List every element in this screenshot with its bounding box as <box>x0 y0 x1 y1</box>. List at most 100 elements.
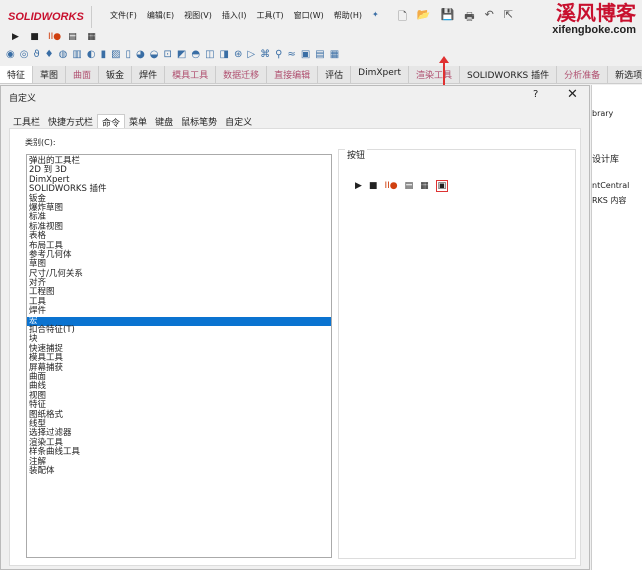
macro-button-icon[interactable]: II● <box>48 32 61 42</box>
macro-command-icon[interactable]: ▣ <box>435 180 449 192</box>
toolbar-icon[interactable]: ◓ <box>191 49 200 60</box>
quick-access-icon[interactable]: 💾 <box>441 8 455 27</box>
category-item[interactable]: 布局工具 <box>27 241 331 251</box>
category-item[interactable]: 钣金 <box>27 194 331 204</box>
category-item[interactable]: 视图 <box>27 391 331 401</box>
macro-button-icon[interactable]: ▤ <box>67 32 78 42</box>
category-item[interactable]: 弹出的工具栏 <box>27 156 331 166</box>
category-item[interactable]: 参考几何体 <box>27 250 331 260</box>
ribbon-tab[interactable]: 钣金 <box>99 66 133 83</box>
category-item[interactable]: 屏幕捕获 <box>27 363 331 373</box>
toolbar-icon[interactable]: ▦ <box>330 49 339 60</box>
toolbar-icon[interactable]: ▨ <box>111 49 120 60</box>
menu-item[interactable]: 工具(T) <box>256 10 283 21</box>
menu-item[interactable]: 帮助(H) <box>334 10 362 21</box>
toolbar-icon[interactable]: ⊛ <box>234 49 242 60</box>
ribbon-tab[interactable]: 曲面 <box>66 66 100 83</box>
quick-access-icon[interactable]: 📂 <box>417 8 431 27</box>
macro-button-icon[interactable]: ▦ <box>86 32 97 42</box>
pin-icon[interactable]: ✦ <box>372 10 379 21</box>
menu-item[interactable]: 文件(F) <box>110 10 137 21</box>
ribbon-tab[interactable]: SOLIDWORKS 插件 <box>460 66 558 83</box>
close-button[interactable]: ✕ <box>567 87 578 102</box>
category-item[interactable]: 曲线 <box>27 381 331 391</box>
menu-item[interactable]: 视图(V) <box>184 10 212 21</box>
menu-item[interactable]: 编辑(E) <box>147 10 174 21</box>
macro-command-icon[interactable]: ▦ <box>420 181 429 191</box>
ribbon-tab[interactable]: 模具工具 <box>165 66 217 83</box>
category-item[interactable]: 对齐 <box>27 278 331 288</box>
category-item[interactable]: 表格 <box>27 231 331 241</box>
toolbar-icon[interactable]: ▤ <box>315 49 324 60</box>
category-item[interactable]: 线型 <box>27 419 331 429</box>
category-item[interactable]: 注解 <box>27 457 331 467</box>
menu-item[interactable]: 窗口(W) <box>294 10 324 21</box>
macro-button-icon[interactable]: ■ <box>29 32 40 42</box>
category-item[interactable]: 标准视图 <box>27 222 331 232</box>
toolbar-icon[interactable]: ♦ <box>45 49 54 60</box>
ribbon-tab[interactable]: 渲染工具 <box>409 66 460 83</box>
toolbar-icon[interactable]: ⚲ <box>275 49 282 60</box>
quick-access-icon[interactable]: ↶ <box>485 8 494 27</box>
toolbar-icon[interactable]: ≈ <box>287 49 295 60</box>
category-item[interactable]: 图纸格式 <box>27 410 331 420</box>
ribbon-tab[interactable]: 新选项 <box>608 66 642 83</box>
toolbar-icon[interactable]: ▥ <box>72 49 81 60</box>
ribbon-tab[interactable]: DimXpert <box>351 66 409 83</box>
category-item[interactable]: 模具工具 <box>27 353 331 363</box>
ribbon-tab[interactable]: 评估 <box>318 66 352 83</box>
category-item[interactable]: 选择过滤器 <box>27 428 331 438</box>
category-list[interactable]: 弹出的工具栏 2D 到 3D DimXpert SOLIDWORKS 插件 钣金 爆炸草图… <box>26 154 332 558</box>
toolbar-icon[interactable]: ⊡ <box>164 49 172 60</box>
quick-access-icon[interactable]: 🗋 <box>398 8 407 27</box>
category-item[interactable]: 2D 到 3D <box>27 165 331 175</box>
toolbar-icon[interactable]: ◉ <box>6 49 15 60</box>
toolbar-icon[interactable]: ▮ <box>101 49 107 60</box>
category-item[interactable]: 样条曲线工具 <box>27 447 331 457</box>
toolbar-icon[interactable]: ⌘ <box>260 49 270 60</box>
category-item[interactable]: 扣合特征(T) <box>27 325 331 335</box>
ribbon-tab[interactable]: 特征 <box>0 66 34 83</box>
ribbon-tab[interactable]: 数据迁移 <box>216 66 268 83</box>
ribbon-tab[interactable]: 分析准备 <box>557 66 609 83</box>
macro-command-icon[interactable]: ▤ <box>405 181 414 191</box>
quick-access-icon[interactable]: ⇱ <box>504 8 513 27</box>
toolbar-icon[interactable]: ◎ <box>20 49 29 60</box>
category-item[interactable]: 爆炸草图 <box>27 203 331 213</box>
toolbar-icon[interactable]: ◫ <box>205 49 214 60</box>
quick-access-icon[interactable]: 🖶 <box>464 8 474 27</box>
toolbar-icon[interactable]: ▷ <box>247 49 255 60</box>
ribbon-tab[interactable]: 草图 <box>33 66 67 83</box>
toolbar-icon[interactable]: ▯ <box>126 49 132 60</box>
side-item[interactable]: 设计库 <box>592 152 619 165</box>
macro-command-icon[interactable]: ▶ <box>355 181 362 191</box>
category-item[interactable]: 尺寸/几何关系 <box>27 269 331 279</box>
category-item[interactable]: 快速捕捉 <box>27 344 331 354</box>
toolbar-icon[interactable]: ◩ <box>177 49 186 60</box>
macro-button-icon[interactable]: ▶ <box>10 32 21 42</box>
category-item[interactable]: 焊件 <box>27 306 331 316</box>
category-item[interactable]: SOLIDWORKS 插件 <box>27 184 331 194</box>
toolbar-icon[interactable]: ◍ <box>59 49 68 60</box>
ribbon-tab[interactable]: 直接编辑 <box>267 66 319 83</box>
ribbon-tab[interactable]: 焊件 <box>132 66 166 83</box>
toolbar-icon[interactable]: ◨ <box>220 49 229 60</box>
category-item[interactable]: 工程图 <box>27 288 331 298</box>
side-item[interactable]: brary <box>592 109 613 118</box>
help-button[interactable]: ? <box>533 89 538 100</box>
category-item[interactable]: 装配体 <box>27 466 331 476</box>
category-item[interactable]: 特征 <box>27 400 331 410</box>
side-item[interactable]: ntCentral <box>592 181 629 190</box>
category-item[interactable]: 曲面 <box>27 372 331 382</box>
side-item[interactable]: RKS 内容 <box>592 195 626 206</box>
macro-command-icon[interactable]: II● <box>384 181 397 191</box>
category-item[interactable]: 工具 <box>27 297 331 307</box>
category-item[interactable]: 块 <box>27 335 331 345</box>
toolbar-icon[interactable]: ◕ <box>136 49 145 60</box>
toolbar-icon[interactable]: ϑ <box>33 49 39 60</box>
category-item[interactable]: 标准 <box>27 212 331 222</box>
menu-item[interactable]: 插入(I) <box>222 10 247 21</box>
macro-command-icon[interactable]: ■ <box>369 181 378 191</box>
toolbar-icon[interactable]: ◒ <box>150 49 159 60</box>
toolbar-icon[interactable]: ▣ <box>301 49 310 60</box>
